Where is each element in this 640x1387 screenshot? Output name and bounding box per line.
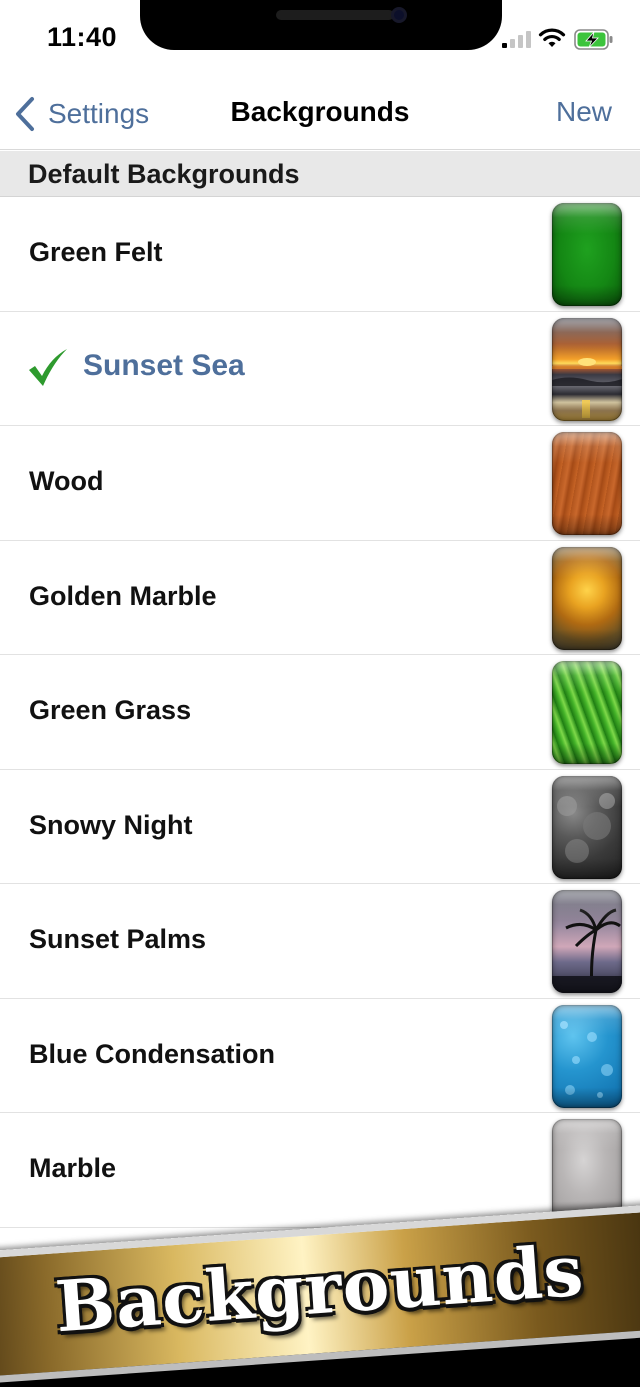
list-item-label: Blue Condensation: [29, 1038, 276, 1069]
list-item-wood[interactable]: Wood: [0, 426, 640, 541]
backgrounds-screen: 11:40 Settings Backgrounds New Default B…: [0, 0, 640, 1387]
blue-condensation-thumbnail: [552, 1004, 622, 1108]
list-item-green-felt[interactable]: Green Felt: [0, 197, 640, 312]
new-button[interactable]: New: [556, 96, 612, 128]
battery-charging-icon: [574, 29, 613, 50]
device-notch: [140, 0, 502, 50]
green-grass-thumbnail: [552, 661, 622, 764]
page-title: Backgrounds: [230, 96, 410, 127]
background-list: Green Felt Sunset Sea Wood Golden Marble…: [0, 197, 640, 1228]
list-item-label: Sunset Palms: [29, 924, 207, 954]
signal-icon: [502, 31, 532, 48]
sunset-palms-thumbnail: [552, 890, 622, 993]
list-item-label: Golden Marble: [29, 580, 217, 611]
golden-marble-thumbnail: [552, 546, 622, 650]
list-item-sunset-sea[interactable]: Sunset Sea: [0, 311, 640, 426]
status-bar: 11:40: [0, 0, 640, 80]
checkmark-icon: [29, 348, 67, 386]
snowy-night-thumbnail: [552, 775, 622, 879]
list-item-label: Sunset Sea: [83, 348, 245, 382]
list-item-label: Wood: [29, 466, 104, 496]
list-item-sunset-palms[interactable]: Sunset Palms: [0, 884, 640, 999]
sunset-sea-thumbnail: [552, 317, 622, 421]
notch-speaker: [276, 10, 394, 20]
list-item-snowy-night[interactable]: Snowy Night: [0, 769, 640, 884]
banner-title: Backgrounds: [52, 1228, 587, 1349]
list-item-golden-marble[interactable]: Golden Marble: [0, 540, 640, 655]
list-item-blue-condensation[interactable]: Blue Condensation: [0, 998, 640, 1113]
status-time: 11:40: [47, 22, 118, 52]
list-item-label: Marble: [29, 1153, 117, 1183]
notch-camera: [391, 7, 407, 23]
list-item-marble[interactable]: Marble: [0, 1113, 640, 1228]
wifi-icon: [538, 28, 566, 47]
list-item-green-grass[interactable]: Green Grass: [0, 655, 640, 770]
list-item-label: Green Felt: [29, 237, 163, 267]
list-item-label: Snowy Night: [29, 809, 193, 840]
section-title: Default Backgrounds: [28, 159, 300, 189]
navigation-bar: Settings Backgrounds New: [0, 80, 640, 150]
section-header: Default Backgrounds: [0, 151, 640, 197]
wood-thumbnail: [552, 432, 622, 535]
green-felt-thumbnail: [552, 203, 622, 306]
list-item-label: Green Grass: [29, 695, 192, 725]
